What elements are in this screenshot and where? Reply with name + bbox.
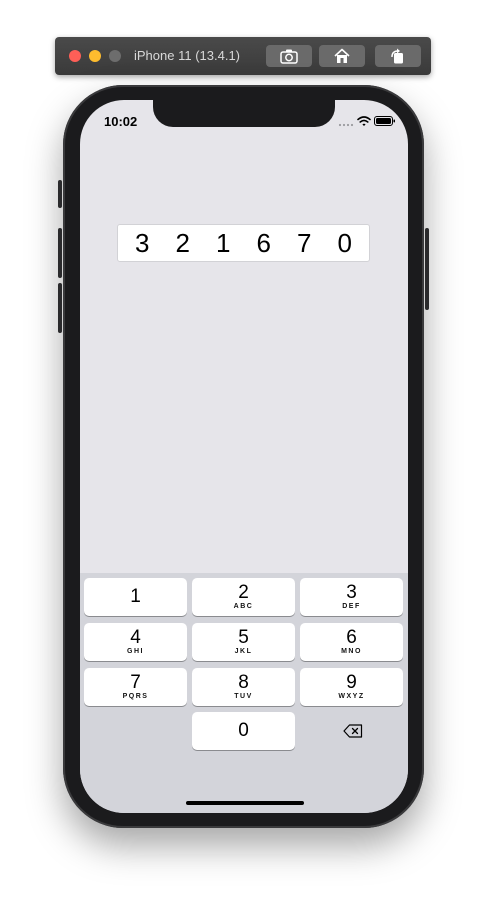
key-7[interactable]: 7 PQRS [84,668,187,706]
verification-code-field[interactable]: 3 2 1 6 7 0 [117,224,370,262]
home-button[interactable] [319,45,365,67]
cellular-icon [338,123,354,127]
key-2[interactable]: 2 ABC [192,578,295,616]
key-number: 1 [130,586,141,607]
code-digit: 2 [175,227,190,258]
status-icons [338,116,398,128]
key-9[interactable]: 9 WXYZ [300,668,403,706]
notch [153,100,335,127]
rotate-icon [391,48,403,64]
iphone-device-frame: 10:02 3 2 1 6 7 0 1 2 ABC 3 DEF 4 GHI 5 … [58,85,429,828]
key-number: 4 [130,627,141,648]
close-window-button[interactable] [69,50,81,62]
phone-screen: 10:02 3 2 1 6 7 0 1 2 ABC 3 DEF 4 GHI 5 … [80,100,408,813]
rotate-button[interactable] [375,45,421,67]
key-letters: TUV [234,693,253,700]
key-letters: DEF [342,603,361,610]
code-digit: 3 [135,227,150,258]
key-5[interactable]: 5 JKL [192,623,295,661]
key-1[interactable]: 1 [84,578,187,616]
key-letters: JKL [234,648,253,655]
delete-key[interactable] [300,712,403,750]
home-indicator[interactable] [186,801,304,805]
mute-switch [58,180,62,208]
code-digit: 6 [256,227,271,258]
key-4[interactable]: 4 GHI [84,623,187,661]
zoom-window-button[interactable] [109,50,121,62]
key-letters: MNO [341,648,362,655]
key-letters: PQRS [122,693,149,700]
status-time: 10:02 [104,114,138,129]
volume-up-button [58,228,62,278]
simulator-title: iPhone 11 (13.4.1) [134,48,240,63]
key-letters: GHI [127,648,144,655]
wifi-icon [357,116,371,126]
battery-icon [374,116,395,126]
number-keypad: 1 2 ABC 3 DEF 4 GHI 5 JKL 6 MNO 7 PQRS 8… [80,573,408,813]
code-digit: 7 [297,227,312,258]
home-icon [334,48,350,63]
screenshot-button[interactable] [266,45,312,67]
minimize-window-button[interactable] [89,50,101,62]
key-number: 0 [238,720,249,741]
key-6[interactable]: 6 MNO [300,623,403,661]
key-number: 7 [130,672,141,693]
key-number: 9 [346,672,357,693]
key-number: 3 [346,582,357,603]
key-number: 2 [238,582,249,603]
simulator-title-bar: iPhone 11 (13.4.1) [55,37,431,75]
code-digit: 1 [216,227,231,258]
code-digit: 0 [337,227,352,258]
key-3[interactable]: 3 DEF [300,578,403,616]
key-0[interactable]: 0 [192,712,295,750]
key-number: 8 [238,672,249,693]
key-number: 5 [238,627,249,648]
key-letters: ABC [233,603,254,610]
volume-down-button [58,283,62,333]
power-button [425,228,429,310]
key-number: 6 [346,627,357,648]
key-8[interactable]: 8 TUV [192,668,295,706]
key-letters: WXYZ [338,693,365,700]
screenshot-icon [280,49,298,64]
backspace-icon [343,724,363,738]
